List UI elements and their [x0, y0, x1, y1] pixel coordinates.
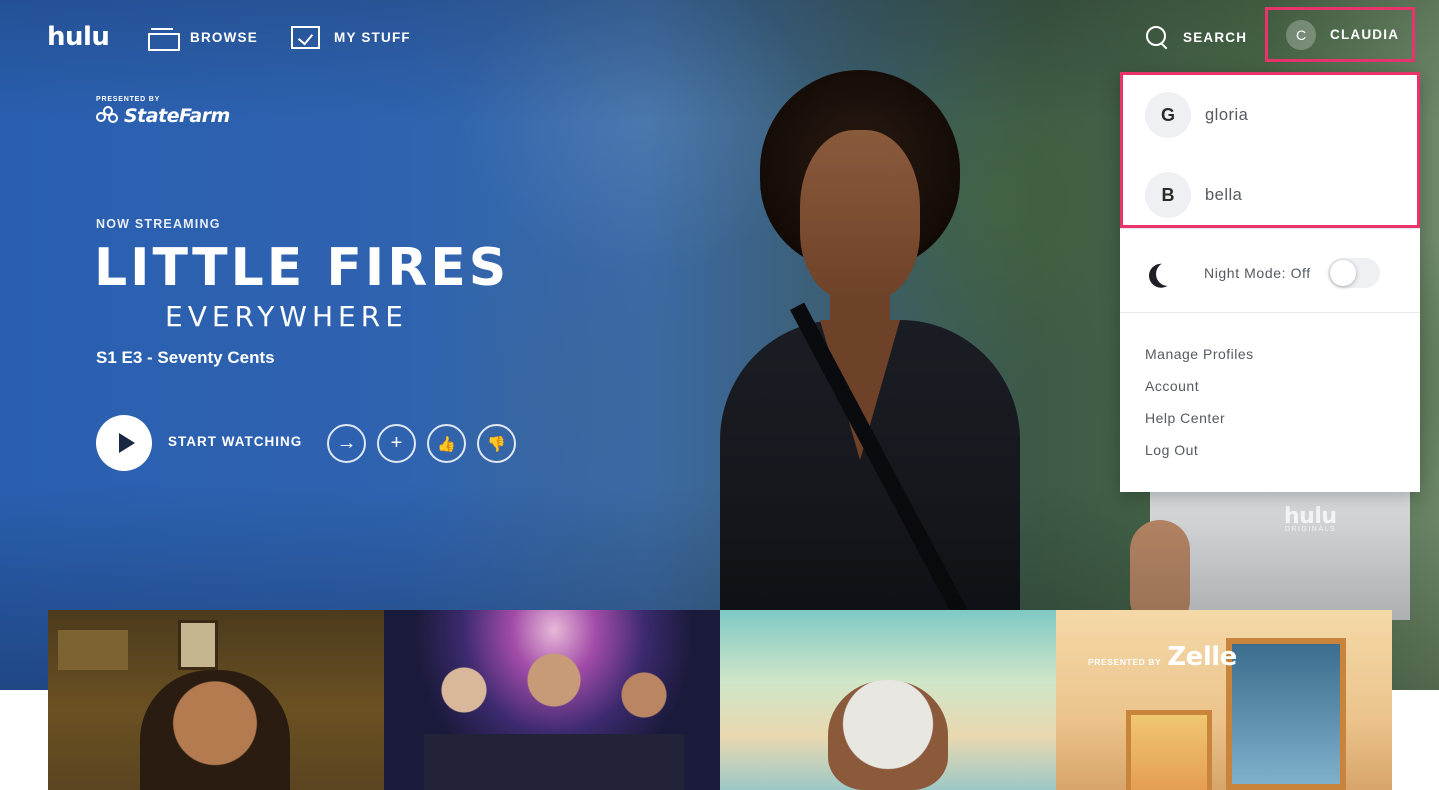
- hulu-home-page: PRESENTED BY StateFarm NOW STREAMING LIT…: [0, 0, 1439, 790]
- browse-label: BROWSE: [190, 29, 258, 45]
- sponsor-presented-by: PRESENTED BY: [96, 96, 161, 103]
- divider: [1120, 228, 1420, 229]
- search-icon: [1145, 25, 1169, 49]
- my-stuff-label: MY STUFF: [334, 29, 411, 45]
- avatar: G: [1145, 92, 1191, 138]
- night-mode-row: Night Mode: Off: [1120, 252, 1420, 296]
- toggle-knob: [1330, 260, 1356, 286]
- night-mode-toggle[interactable]: [1328, 258, 1380, 288]
- avatar: B: [1145, 172, 1191, 218]
- profile-item-gloria[interactable]: G gloria: [1145, 91, 1248, 139]
- sponsor-brand: StateFarm: [124, 105, 230, 127]
- content-tile-1[interactable]: [48, 610, 384, 790]
- profile-item-label: gloria: [1205, 105, 1249, 124]
- play-button[interactable]: [96, 415, 152, 471]
- add-to-my-stuff-button[interactable]: +: [377, 424, 416, 463]
- night-mode-label: Night Mode: Off: [1204, 265, 1311, 281]
- tile-image: [424, 650, 684, 790]
- statefarm-ovals-icon: [96, 106, 120, 126]
- now-streaming-label: NOW STREAMING: [96, 217, 221, 231]
- sponsor-presented-by: PRESENTED BY: [1088, 657, 1162, 667]
- thumbs-down-button[interactable]: 👎: [477, 424, 516, 463]
- show-title-line1: LITTLE FIRES: [94, 238, 510, 298]
- profile-item-label: bella: [1205, 185, 1243, 204]
- hulu-originals-badge: hulu ORIGINALS: [1284, 504, 1337, 533]
- show-title-line2: EVERYWHERE: [165, 300, 408, 333]
- account-link[interactable]: Account: [1145, 378, 1199, 394]
- profile-name: CLAUDIA: [1330, 27, 1400, 42]
- tile-image: [140, 670, 290, 790]
- sponsor-brand: Zelle: [1167, 642, 1237, 672]
- content-tile-3[interactable]: [720, 610, 1056, 790]
- profile-item-bella[interactable]: B bella: [1145, 171, 1242, 219]
- log-out-link[interactable]: Log Out: [1145, 442, 1198, 458]
- divider: [1120, 312, 1420, 313]
- thumbs-up-icon: 👍: [437, 435, 456, 453]
- tile-image: [1226, 638, 1346, 790]
- manage-profiles-link[interactable]: Manage Profiles: [1145, 346, 1254, 362]
- content-tile-4[interactable]: PRESENTED BY Zelle: [1056, 610, 1392, 790]
- top-navigation: hulu BROWSE MY STUFF SEARCH C CLAUDIA: [0, 0, 1439, 72]
- sponsor-logo-zelle: PRESENTED BY Zelle: [1088, 642, 1237, 672]
- search-button[interactable]: SEARCH: [1145, 24, 1247, 50]
- avatar: C: [1286, 19, 1316, 50]
- checkbox-icon: [291, 25, 320, 49]
- browse-button[interactable]: BROWSE: [148, 24, 258, 51]
- my-stuff-button[interactable]: MY STUFF: [291, 24, 411, 50]
- search-label: SEARCH: [1183, 29, 1248, 45]
- thumbs-down-icon: 👎: [487, 435, 506, 453]
- thumbs-up-button[interactable]: 👍: [427, 424, 466, 463]
- start-watching-button[interactable]: START WATCHING: [168, 434, 302, 449]
- details-arrow-button[interactable]: →: [327, 424, 366, 463]
- help-center-link[interactable]: Help Center: [1145, 410, 1225, 426]
- profile-menu-button[interactable]: C CLAUDIA: [1265, 7, 1415, 62]
- hulu-logo[interactable]: hulu: [47, 22, 110, 52]
- arrow-right-icon: →: [336, 432, 357, 454]
- episode-info: S1 E3 - Seventy Cents: [96, 348, 275, 367]
- sponsor-logo-statefarm: PRESENTED BY StateFarm: [96, 96, 230, 127]
- tile-image: [828, 680, 948, 790]
- moon-icon: [1153, 259, 1184, 290]
- profile-dropdown-menu: G gloria B bella Night Mode: Off Manage …: [1120, 72, 1420, 492]
- profile-switcher-list: G gloria B bella: [1120, 72, 1420, 228]
- plus-icon: +: [390, 432, 403, 454]
- browse-icon: [148, 27, 180, 51]
- content-tile-2[interactable]: [384, 610, 720, 790]
